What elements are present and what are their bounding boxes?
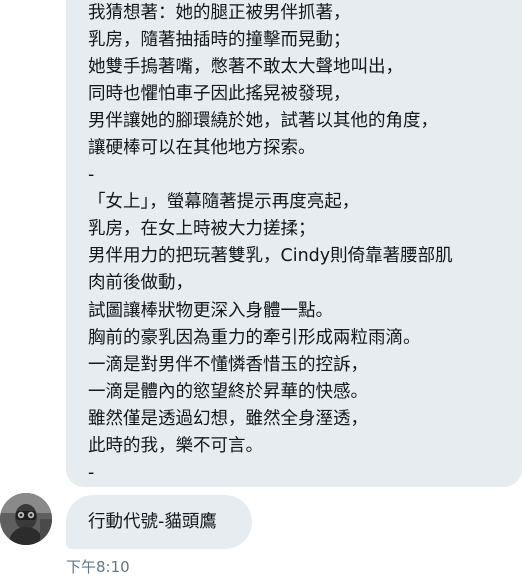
message-bubble[interactable]: 我猜想著：她的腿正被男伴抓著， 乳房，隨著抽插時的撞擊而晃動； 她雙手摀著嘴，憋… — [66, 0, 522, 487]
message-line: 男伴用力的把玩著雙乳，Cindy則倚靠著腰部肌 — [88, 246, 453, 267]
message-line: 一滴是體內的慾望終於昇華的快感。 — [88, 381, 368, 402]
message-line: 乳房，隨著抽插時的撞擊而晃動； — [88, 30, 351, 51]
message-line: 一滴是對男伴不懂憐香惜玉的控訴， — [88, 354, 368, 375]
message-line: 讓硬棒可以在其他地方探索。 — [88, 138, 316, 159]
message-line: 雖然僅是透過幻想，雖然全身溼透， — [88, 408, 368, 429]
message-bubble-short[interactable]: 行動代號-貓頭鷹 — [66, 495, 252, 549]
message-line: - — [88, 462, 95, 483]
message-line: 乳房，在女上時被大力搓揉； — [88, 219, 316, 240]
message-line: 她雙手摀著嘴，憋著不敢太大聲地叫出， — [88, 57, 403, 78]
message-line: 男伴讓她的腳環繞於她，試著以其他的角度， — [88, 111, 438, 132]
message-line: - — [88, 165, 95, 186]
message-line: 「女上」，螢幕隨著提示再度亮起， — [88, 192, 360, 213]
message-line: 我猜想著：她的腿正被男伴抓著， — [88, 3, 351, 23]
message-line: 同時也懼怕車子因此搖晃被發現， — [88, 84, 351, 105]
message-line: 試圖讓棒狀物更深入身體一點。 — [88, 300, 333, 321]
message-line: 肉前後做動， — [88, 273, 193, 294]
message-timestamp: 下午8:10 — [66, 558, 130, 576]
message-line: 胸前的豪乳因為重力的牽引形成兩粒雨滴。 — [88, 327, 421, 348]
message-line: 此時的我，樂不可言。 — [88, 435, 263, 456]
dm-conversation: 我猜想著：她的腿正被男伴抓著， 乳房，隨著抽插時的撞擊而晃動； 她雙手摀著嘴，憋… — [0, 0, 523, 579]
user-avatar-icon[interactable] — [0, 493, 52, 545]
